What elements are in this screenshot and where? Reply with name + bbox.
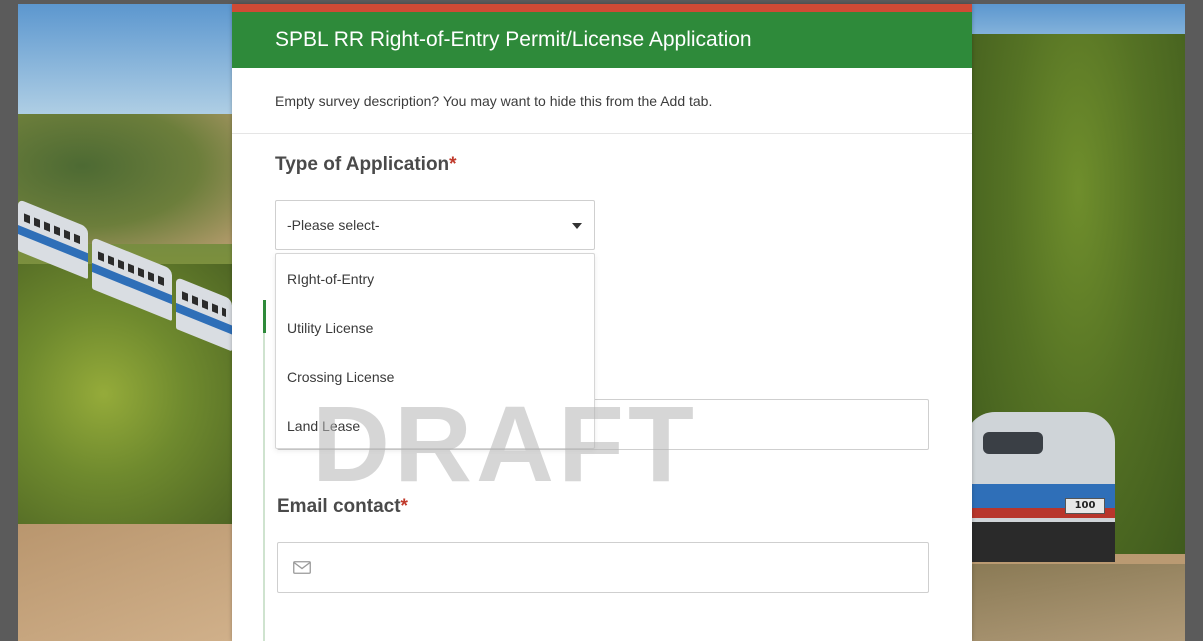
dropdown-option-label: Utility License bbox=[287, 319, 374, 336]
dropdown-option-utility-license[interactable]: Utility License bbox=[276, 303, 594, 352]
dropdown-option-crossing-license[interactable]: Crossing License bbox=[276, 352, 594, 401]
form-title: SPBL RR Right-of-Entry Permit/License Ap… bbox=[275, 28, 752, 51]
question-email-contact-label: Email contact* bbox=[277, 496, 408, 518]
locomotive-image: 100 bbox=[965, 412, 1135, 582]
caret-down-icon bbox=[572, 223, 582, 229]
select-value: -Please select- bbox=[287, 217, 380, 233]
question-active-indicator bbox=[263, 300, 266, 333]
dropdown-option-label: Crossing License bbox=[287, 368, 395, 385]
envelope-icon bbox=[293, 561, 311, 574]
dropdown-option-land-lease[interactable]: Land Lease bbox=[276, 401, 594, 450]
dropdown-option-label: RIght-of-Entry bbox=[287, 270, 375, 287]
email-contact-input[interactable] bbox=[277, 542, 929, 593]
question-type-of-application-label: Type of Application* bbox=[275, 154, 457, 176]
locomotive-window bbox=[983, 432, 1043, 454]
dropdown-option-right-of-entry[interactable]: RIght-of-Entry bbox=[276, 254, 594, 303]
locomotive-wheels bbox=[965, 522, 1115, 562]
question-label-text: Email contact bbox=[277, 496, 401, 517]
dropdown-option-label: Land Lease bbox=[287, 417, 361, 434]
train-car bbox=[176, 276, 232, 352]
application-type-dropdown: RIght-of-Entry Utility License Crossing … bbox=[275, 253, 595, 449]
form-top-accent bbox=[232, 4, 972, 12]
background-dirt-left bbox=[18, 524, 232, 641]
locomotive-number: 100 bbox=[1065, 498, 1105, 514]
form-description: Empty survey description? You may want t… bbox=[232, 68, 972, 134]
form-header: SPBL RR Right-of-Entry Permit/License Ap… bbox=[232, 12, 972, 68]
application-type-select[interactable]: -Please select- bbox=[275, 200, 595, 250]
background-sky-left bbox=[18, 4, 232, 124]
required-marker: * bbox=[400, 496, 408, 517]
train-car bbox=[92, 236, 172, 322]
form-description-text: Empty survey description? You may want t… bbox=[275, 92, 713, 109]
survey-form: SPBL RR Right-of-Entry Permit/License Ap… bbox=[232, 4, 972, 641]
question-label-text: Type of Application bbox=[275, 154, 450, 175]
required-marker: * bbox=[449, 154, 457, 175]
question-indicator-line bbox=[263, 300, 265, 641]
